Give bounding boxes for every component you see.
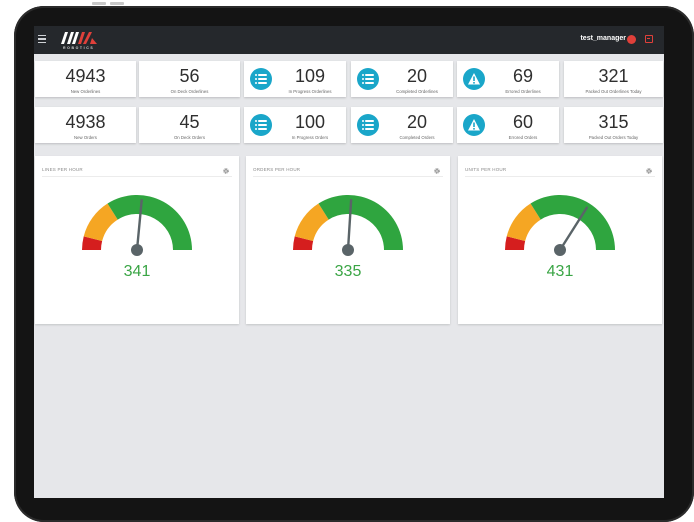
stat-card[interactable]: 100 In Progress Orders bbox=[244, 107, 346, 143]
list-icon bbox=[250, 114, 272, 136]
gear-icon[interactable] bbox=[223, 168, 229, 174]
gauge-chart bbox=[293, 195, 403, 256]
stat-card[interactable]: 56 On Deck Orderlines bbox=[139, 61, 240, 97]
list-icon bbox=[250, 68, 272, 90]
gear-icon[interactable] bbox=[646, 168, 652, 174]
gauge-panel: LINES PER HOUR 341 bbox=[35, 156, 239, 324]
stat-value: 109 bbox=[294, 66, 326, 86]
hamburger-icon[interactable] bbox=[38, 35, 46, 44]
stat-card[interactable]: 20 Completed Orders bbox=[351, 107, 453, 143]
gear-icon[interactable] bbox=[434, 168, 440, 174]
top-bar: ROBOTICS test_manager bbox=[34, 26, 664, 54]
panel-title: ORDERS PER HOUR bbox=[253, 167, 301, 172]
stat-value: 69 bbox=[512, 66, 534, 86]
stat-label: New Orders bbox=[74, 135, 97, 140]
volume-button bbox=[110, 2, 124, 5]
volume-button bbox=[92, 2, 106, 5]
stat-card[interactable]: 4938 New Orders bbox=[35, 107, 136, 143]
app-screen: ROBOTICS test_manager 4943 New Orderlines… bbox=[34, 26, 664, 498]
gauge-value: 431 bbox=[546, 263, 574, 280]
stat-card[interactable]: 60 Errored Orders bbox=[457, 107, 559, 143]
list-icon bbox=[357, 114, 379, 136]
stat-card[interactable]: 315 Packed Out Orders Today bbox=[564, 107, 663, 143]
stat-card[interactable]: 109 In Progress Orderlines bbox=[244, 61, 346, 97]
panel-title: LINES PER HOUR bbox=[42, 167, 83, 172]
stat-label: Errored Orderlines bbox=[505, 89, 541, 94]
stat-card[interactable]: 20 Completed Orderlines bbox=[351, 61, 453, 97]
gauge-value: 335 bbox=[334, 263, 362, 280]
stat-value: 45 bbox=[179, 112, 200, 132]
brand-logo bbox=[61, 32, 97, 44]
gauge-panel: ORDERS PER HOUR 335 bbox=[246, 156, 450, 324]
panel-divider bbox=[465, 176, 655, 177]
gauge-value: 341 bbox=[123, 263, 151, 280]
brand-subtitle: ROBOTICS bbox=[63, 46, 95, 50]
stat-value: 60 bbox=[512, 112, 534, 132]
gauge-chart bbox=[82, 195, 192, 256]
stat-value: 100 bbox=[294, 112, 326, 132]
stat-label: In Progress Orders bbox=[291, 135, 329, 140]
stat-card[interactable]: 69 Errored Orderlines bbox=[457, 61, 559, 97]
stat-card[interactable]: 321 Packed Out Orderlines Today bbox=[564, 61, 663, 97]
panel-divider bbox=[42, 176, 232, 177]
stat-value: 4938 bbox=[65, 112, 106, 132]
stat-label: Completed Orderlines bbox=[396, 89, 438, 94]
stat-label: Completed Orders bbox=[399, 135, 435, 140]
warning-icon bbox=[463, 114, 485, 136]
panel-title: UNITS PER HOUR bbox=[465, 167, 507, 172]
stat-value: 20 bbox=[406, 112, 428, 132]
stat-card[interactable]: 45 On Deck Orders bbox=[139, 107, 240, 143]
stat-value: 20 bbox=[406, 66, 428, 86]
stat-label: Packed Out Orders Today bbox=[588, 135, 639, 140]
stat-value: 315 bbox=[598, 112, 629, 132]
username[interactable]: test_manager bbox=[580, 35, 626, 42]
panel-divider bbox=[253, 176, 443, 177]
stat-value: 4943 bbox=[65, 66, 106, 86]
gauge-panel: UNITS PER HOUR 431 bbox=[458, 156, 662, 324]
stat-label: Packed Out Orderlines Today bbox=[585, 89, 642, 94]
user-circle-icon[interactable] bbox=[627, 35, 636, 44]
warning-icon bbox=[463, 68, 485, 90]
stat-card[interactable]: 4943 New Orderlines bbox=[35, 61, 136, 97]
stat-value: 56 bbox=[179, 66, 200, 86]
logout-icon[interactable] bbox=[645, 35, 653, 43]
stat-label: On Deck Orders bbox=[173, 135, 206, 140]
stat-value: 321 bbox=[598, 66, 629, 86]
list-icon bbox=[357, 68, 379, 90]
stat-label: Errored Orders bbox=[508, 135, 538, 140]
gauge-chart bbox=[505, 195, 615, 256]
stat-label: In Progress Orderlines bbox=[288, 89, 332, 94]
stat-label: New Orderlines bbox=[70, 89, 101, 94]
stat-label: On Deck Orderlines bbox=[170, 89, 209, 94]
